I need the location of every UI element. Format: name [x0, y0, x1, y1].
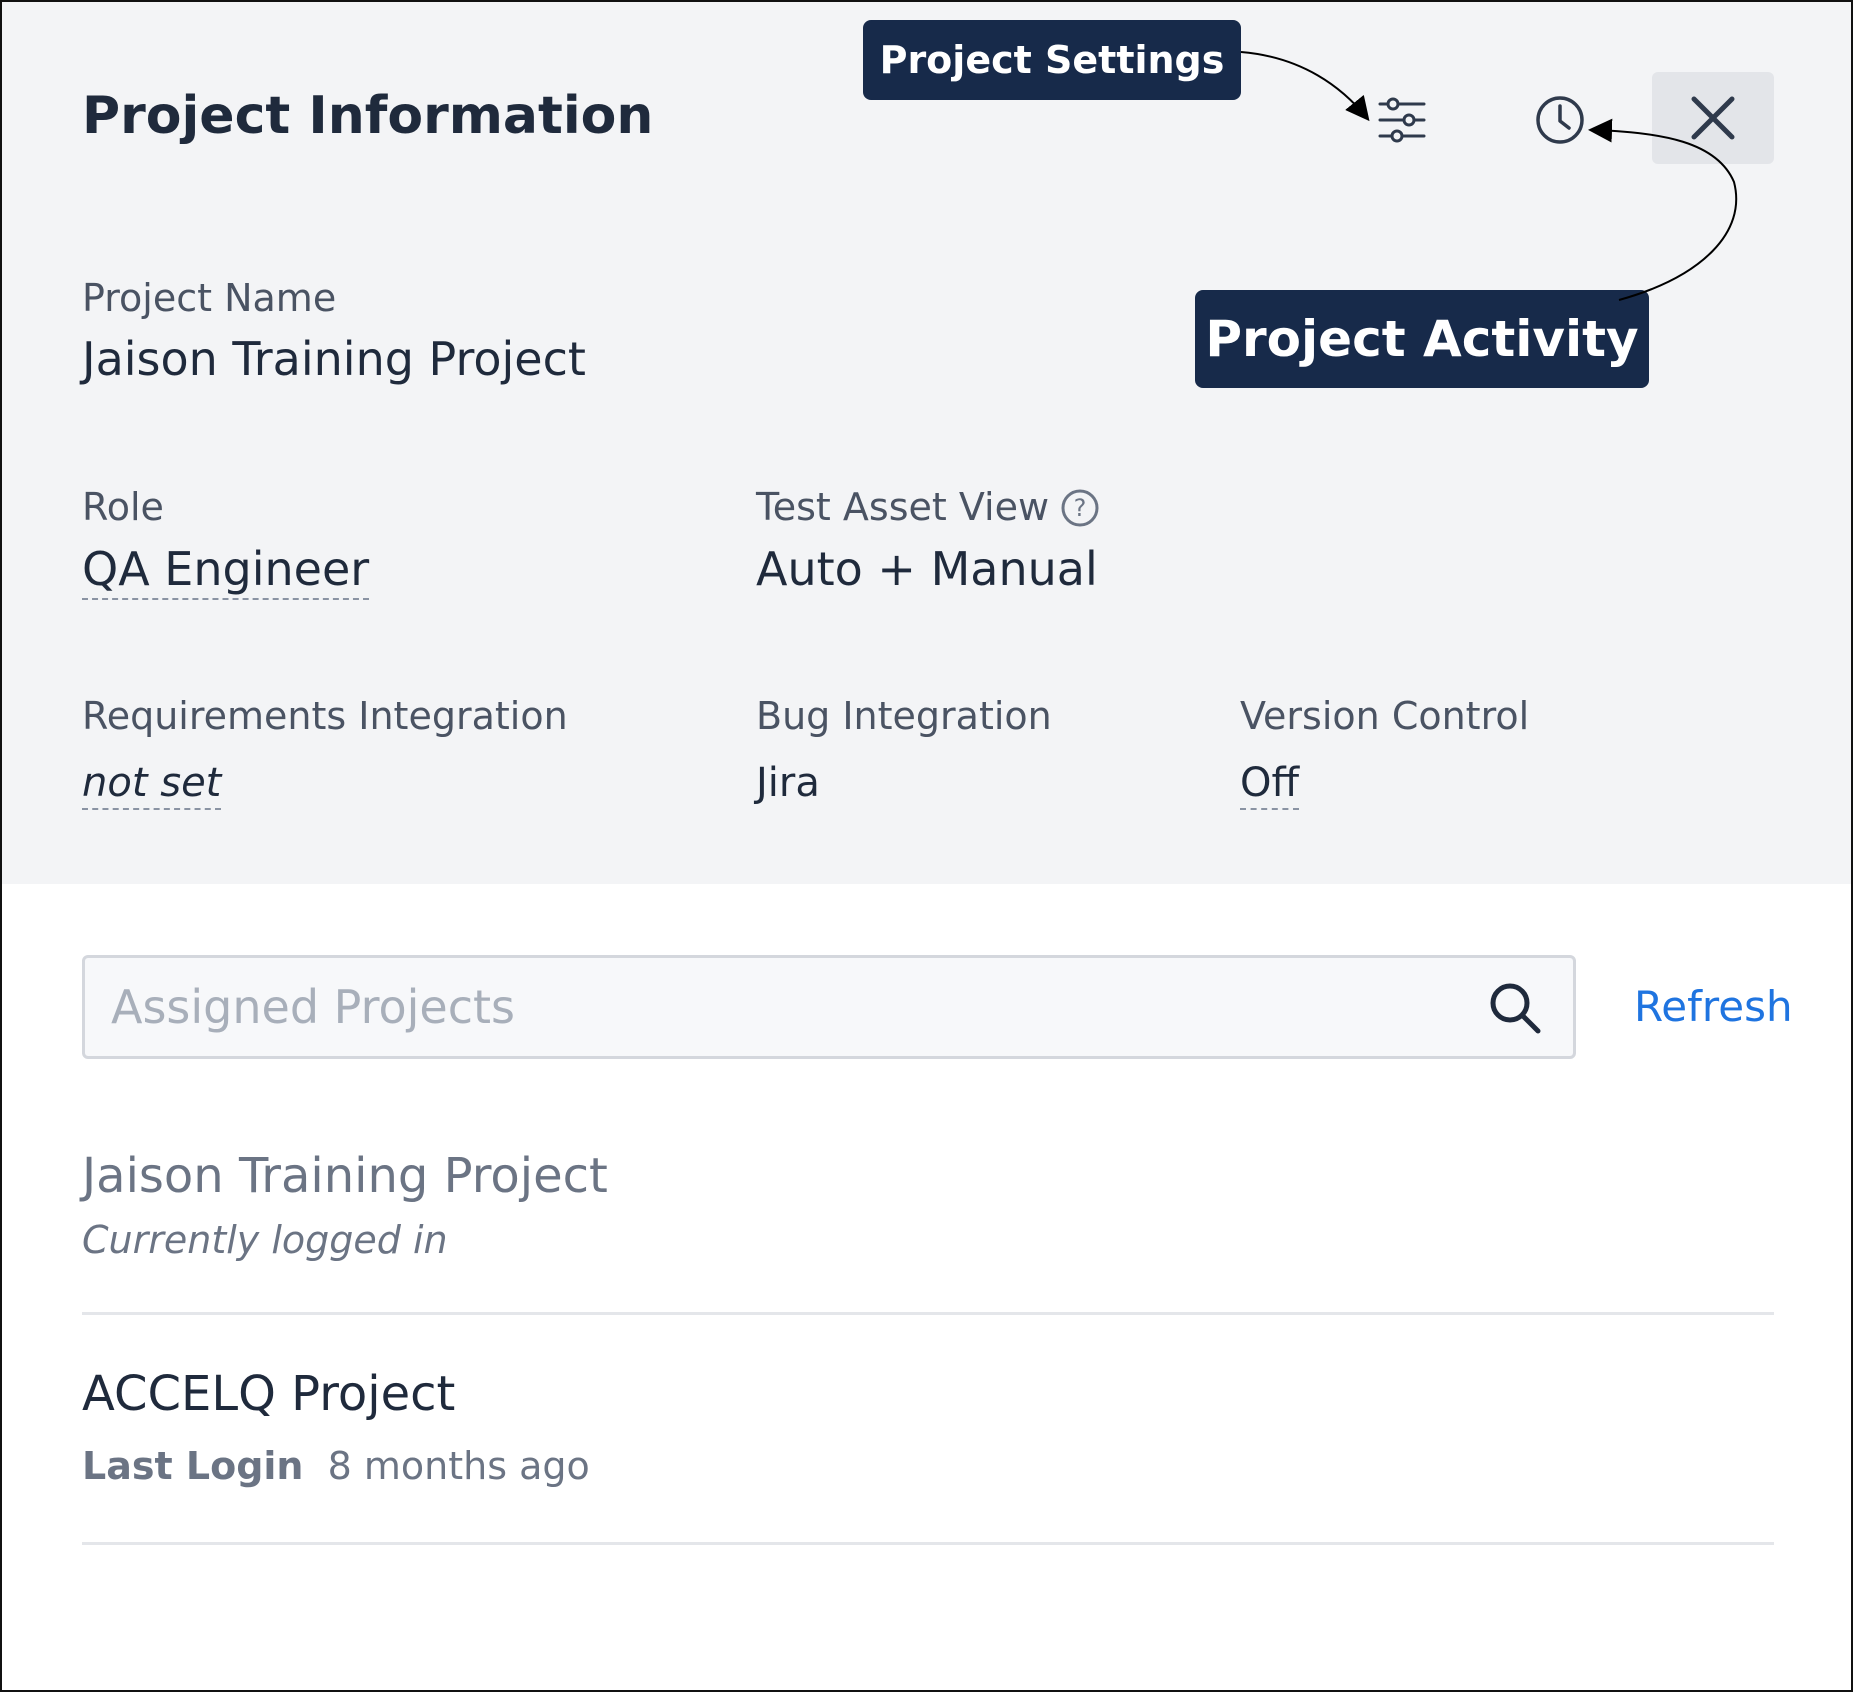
requirements-integration-label: Requirements Integration: [82, 694, 568, 738]
list-divider: [82, 1542, 1774, 1545]
project-name-value: Jaison Training Project: [82, 332, 586, 386]
assigned-projects-search: [82, 955, 1576, 1059]
settings-callout-arrow: [1240, 51, 1370, 122]
sliders-icon: [1378, 97, 1426, 143]
role-label: Role: [82, 485, 164, 529]
close-button[interactable]: [1652, 72, 1774, 164]
bug-integration-label: Bug Integration: [756, 694, 1052, 738]
test-asset-view-label: Test Asset View: [756, 485, 1050, 529]
project-activity-button[interactable]: [1530, 90, 1590, 150]
project-details-section: Project Information Project Settings Pro…: [2, 2, 1851, 884]
project-settings-callout: Project Settings: [863, 20, 1241, 100]
currently-logged-in-status: Currently logged in: [82, 1218, 448, 1262]
role-value[interactable]: QA Engineer: [82, 542, 370, 600]
last-login-info: Last Login 8 months ago: [82, 1444, 590, 1488]
project-settings-button[interactable]: [1372, 90, 1432, 150]
bug-integration-value: Jira: [756, 760, 820, 806]
assigned-projects-search-input[interactable]: [85, 958, 1465, 1056]
page-title: Project Information: [82, 86, 654, 146]
close-icon: [1691, 96, 1735, 140]
clock-history-icon: [1536, 96, 1584, 144]
search-icon[interactable]: [1487, 980, 1543, 1036]
last-login-value: 8 months ago: [327, 1444, 590, 1488]
version-control-value[interactable]: Off: [1240, 760, 1300, 810]
refresh-link[interactable]: Refresh: [1634, 982, 1793, 1031]
list-divider: [82, 1312, 1774, 1315]
project-name-label: Project Name: [82, 276, 337, 320]
svg-text:?: ?: [1074, 494, 1087, 522]
project-activity-callout: Project Activity: [1195, 290, 1649, 388]
requirements-integration-value[interactable]: not set: [82, 760, 222, 810]
project-information-panel: Project Information Project Settings Pro…: [0, 0, 1853, 1692]
test-asset-view-value: Auto + Manual: [756, 542, 1098, 596]
version-control-label: Version Control: [1240, 694, 1530, 738]
assigned-project-name-current: Jaison Training Project: [82, 1148, 608, 1204]
last-login-label: Last Login: [82, 1444, 304, 1488]
help-icon[interactable]: ?: [1060, 488, 1100, 528]
assigned-project-name-accelq[interactable]: ACCELQ Project: [82, 1366, 455, 1422]
